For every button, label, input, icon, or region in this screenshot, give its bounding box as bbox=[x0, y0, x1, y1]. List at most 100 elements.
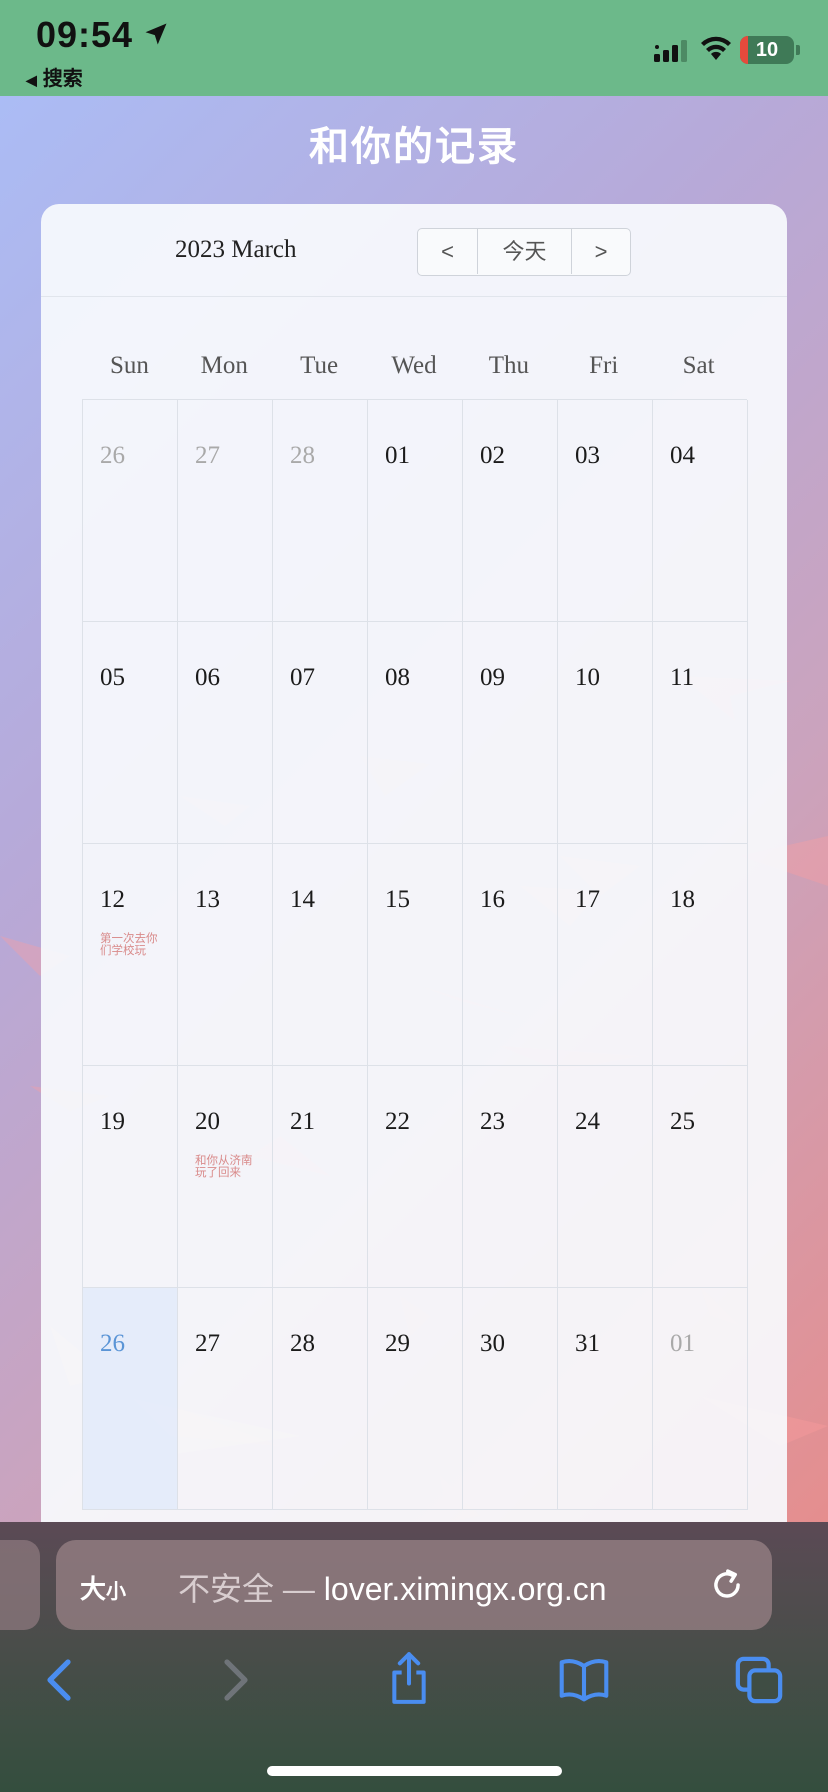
day-number: 05 bbox=[100, 664, 125, 691]
day-number: 29 bbox=[385, 1330, 410, 1357]
day-cell[interactable]: 23 bbox=[463, 1066, 558, 1288]
day-cell[interactable]: 04 bbox=[653, 400, 748, 622]
day-number: 09 bbox=[480, 664, 505, 691]
weekday-thu: Thu bbox=[488, 352, 529, 379]
day-cell[interactable]: 15 bbox=[368, 844, 463, 1066]
day-cell[interactable]: 28 bbox=[273, 1288, 368, 1510]
day-cell[interactable]: 21 bbox=[273, 1066, 368, 1288]
day-number: 13 bbox=[195, 886, 220, 913]
day-number: 24 bbox=[575, 1108, 600, 1135]
day-number: 22 bbox=[385, 1108, 410, 1135]
text-size-button[interactable]: 大小 bbox=[80, 1569, 126, 1606]
previous-tab-preview[interactable] bbox=[0, 1540, 40, 1630]
back-icon[interactable] bbox=[40, 1655, 80, 1705]
prev-month-button[interactable]: < bbox=[418, 229, 477, 274]
day-number: 01 bbox=[670, 1330, 695, 1357]
location-arrow-icon bbox=[145, 23, 167, 45]
day-cell[interactable]: 10 bbox=[558, 622, 653, 844]
day-number: 19 bbox=[100, 1108, 125, 1135]
page-title: 和你的记录 bbox=[309, 125, 519, 169]
day-number: 04 bbox=[670, 442, 695, 469]
event-note[interactable]: 第一次去你们学校玩 bbox=[100, 933, 162, 957]
day-cell[interactable]: 03 bbox=[558, 400, 653, 622]
tabs-icon[interactable] bbox=[734, 1655, 784, 1705]
day-cell[interactable]: 09 bbox=[463, 622, 558, 844]
day-number: 31 bbox=[575, 1330, 600, 1357]
day-cell-today[interactable]: 26 bbox=[83, 1288, 178, 1510]
day-number: 11 bbox=[670, 664, 695, 691]
day-number: 03 bbox=[575, 442, 600, 469]
back-triangle-icon: ◀ bbox=[26, 72, 37, 88]
day-cell[interactable]: 02 bbox=[463, 400, 558, 622]
day-cell[interactable]: 22 bbox=[368, 1066, 463, 1288]
day-number: 27 bbox=[195, 442, 220, 469]
day-number: 20 bbox=[195, 1108, 220, 1135]
forward-icon[interactable] bbox=[215, 1655, 255, 1705]
day-number: 26 bbox=[100, 442, 125, 469]
today-button[interactable]: 今天 bbox=[477, 229, 571, 274]
reload-icon[interactable] bbox=[708, 1566, 746, 1604]
calendar-header: 2023 March < 今天 > bbox=[41, 204, 787, 297]
day-cell[interactable]: 18 bbox=[653, 844, 748, 1066]
month-nav: < 今天 > bbox=[417, 228, 631, 276]
day-number: 08 bbox=[385, 664, 410, 691]
day-cell[interactable]: 12 第一次去你们学校玩 bbox=[83, 844, 178, 1066]
url-text[interactable]: 不安全 — lover.ximingx.org.cn bbox=[178, 1564, 607, 1610]
calendar-grid: 26 27 28 01 02 03 04 05 06 07 08 09 10 11 12 第一次去你们学校玩 1… bbox=[82, 399, 748, 1510]
status-bar: 09:54 ◀ 搜索 10 bbox=[0, 0, 828, 96]
calendar-card: 2023 March < 今天 > Sun Mon Tue Wed Thu Fri Sat … bbox=[41, 204, 787, 1522]
text-size-small-label: 小 bbox=[106, 1581, 127, 1603]
day-cell[interactable]: 25 bbox=[653, 1066, 748, 1288]
back-app-label: 搜索 bbox=[42, 68, 83, 90]
battery-icon: 10 bbox=[740, 36, 794, 64]
day-cell[interactable]: 17 bbox=[558, 844, 653, 1066]
day-number: 23 bbox=[480, 1108, 505, 1135]
day-cell[interactable]: 01 bbox=[653, 1288, 748, 1510]
weekday-row: Sun Mon Tue Wed Thu Fri Sat bbox=[82, 352, 746, 380]
day-number: 27 bbox=[195, 1330, 220, 1357]
day-number: 06 bbox=[195, 664, 220, 691]
day-cell[interactable]: 29 bbox=[368, 1288, 463, 1510]
web-page: 和你的记录 2023 March < 今天 > Sun Mon Tue Wed Thu F… bbox=[0, 96, 828, 1522]
day-cell[interactable]: 13 bbox=[178, 844, 273, 1066]
browser-chrome: 大小 不安全 — lover.ximingx.org.cn bbox=[0, 1522, 828, 1792]
day-cell[interactable]: 20 和你从济南玩了回来 bbox=[178, 1066, 273, 1288]
day-cell[interactable]: 14 bbox=[273, 844, 368, 1066]
day-number: 25 bbox=[670, 1108, 695, 1135]
day-cell[interactable]: 11 bbox=[653, 622, 748, 844]
day-number: 28 bbox=[290, 1330, 315, 1357]
back-to-app-button[interactable]: ◀ 搜索 bbox=[26, 62, 83, 91]
day-number: 28 bbox=[290, 442, 315, 469]
day-cell[interactable]: 26 bbox=[83, 400, 178, 622]
day-cell[interactable]: 16 bbox=[463, 844, 558, 1066]
day-cell[interactable]: 19 bbox=[83, 1066, 178, 1288]
url-domain: lover.ximingx.org.cn bbox=[323, 1571, 607, 1607]
day-cell[interactable]: 30 bbox=[463, 1288, 558, 1510]
day-cell[interactable]: 28 bbox=[273, 400, 368, 622]
day-number: 14 bbox=[290, 886, 315, 913]
address-bar[interactable]: 大小 不安全 — lover.ximingx.org.cn bbox=[56, 1540, 772, 1630]
wifi-icon bbox=[701, 36, 731, 60]
weekday-sat: Sat bbox=[682, 352, 715, 379]
day-cell[interactable]: 08 bbox=[368, 622, 463, 844]
day-cell[interactable]: 24 bbox=[558, 1066, 653, 1288]
day-cell[interactable]: 01 bbox=[368, 400, 463, 622]
share-icon[interactable] bbox=[387, 1650, 431, 1706]
event-note[interactable]: 和你从济南玩了回来 bbox=[195, 1155, 257, 1179]
day-number: 17 bbox=[575, 886, 600, 913]
day-cell[interactable]: 31 bbox=[558, 1288, 653, 1510]
day-cell[interactable]: 27 bbox=[178, 1288, 273, 1510]
weekday-mon: Mon bbox=[200, 352, 248, 379]
bookmarks-icon[interactable] bbox=[558, 1655, 610, 1703]
day-number: 10 bbox=[575, 664, 600, 691]
day-cell[interactable]: 07 bbox=[273, 622, 368, 844]
home-indicator[interactable] bbox=[267, 1766, 562, 1776]
next-month-button[interactable]: > bbox=[571, 229, 630, 274]
day-number: 12 bbox=[100, 886, 125, 913]
day-number: 02 bbox=[480, 442, 505, 469]
day-cell[interactable]: 27 bbox=[178, 400, 273, 622]
day-cell[interactable]: 06 bbox=[178, 622, 273, 844]
signal-icon bbox=[654, 40, 687, 62]
day-cell[interactable]: 05 bbox=[83, 622, 178, 844]
day-number: 18 bbox=[670, 886, 695, 913]
